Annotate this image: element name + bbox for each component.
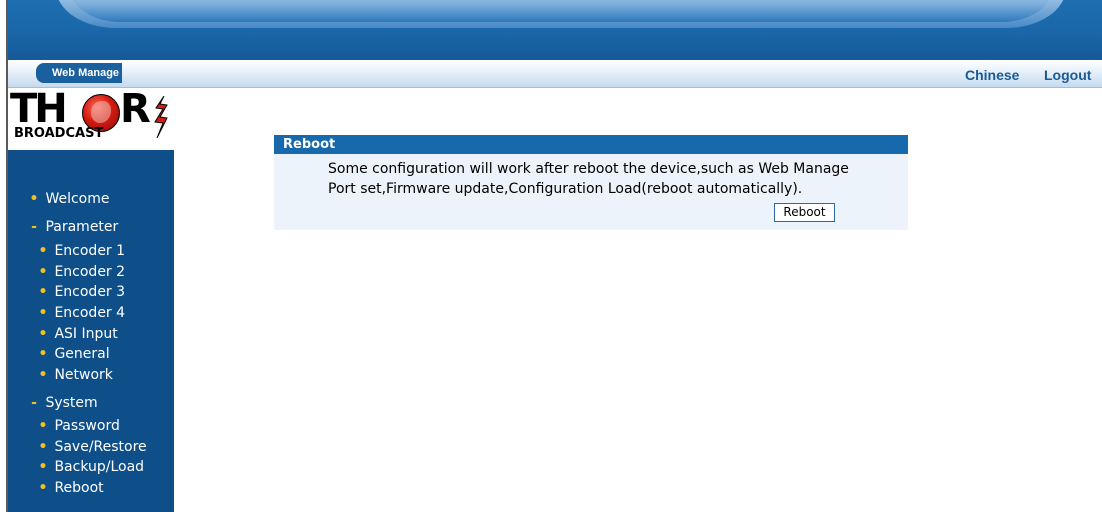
sidebar-item-asi-input[interactable]: • ASI Input (8, 324, 174, 344)
bullet-icon: • (38, 367, 48, 383)
sidebar-item-backup-load[interactable]: • Backup/Load (8, 457, 174, 477)
sidebar-item-parameter[interactable]: - Parameter (8, 217, 174, 237)
panel-title: Reboot (274, 135, 908, 154)
logout-link[interactable]: Logout (1044, 67, 1091, 83)
sidebar-item-label: Encoder 3 (54, 284, 126, 300)
sidebar-item-password[interactable]: • Password (8, 416, 174, 436)
bullet-icon: • (38, 480, 48, 496)
sidebar-item-label: Parameter (45, 219, 119, 235)
reboot-message-line-2: Port set,Firmware update,Configuration L… (328, 181, 803, 197)
sidebar-item-label: System (45, 395, 98, 411)
sidebar-item-network[interactable]: • Network (8, 365, 174, 385)
banner-arc-highlight (70, 0, 1052, 22)
top-banner (8, 0, 1102, 60)
sidebar-item-label: ASI Input (54, 326, 118, 342)
sidebar-item-label: Save/Restore (54, 439, 147, 455)
sidebar-item-save-restore[interactable]: • Save/Restore (8, 437, 174, 457)
collapse-dash-icon: - (31, 219, 37, 235)
logo-th-letters: TH (10, 88, 68, 132)
reboot-message: Some configuration will work after reboo… (328, 159, 868, 199)
chinese-language-link[interactable]: Chinese (965, 67, 1019, 83)
bullet-icon: • (29, 191, 39, 207)
window-left-edge (0, 0, 8, 512)
sidebar-item-label: Backup/Load (54, 459, 145, 475)
bullet-icon: • (38, 459, 48, 475)
sidebar-item-general[interactable]: • General (8, 344, 174, 364)
bullet-icon: • (38, 284, 48, 300)
bullet-icon: • (38, 418, 48, 434)
sidebar-item-encoder-1[interactable]: • Encoder 1 (8, 241, 174, 261)
reboot-button[interactable]: Reboot (774, 203, 835, 222)
sidebar-item-encoder-4[interactable]: • Encoder 4 (8, 303, 174, 323)
logo-r-letter: R (120, 88, 151, 132)
bullet-icon: • (38, 346, 48, 362)
reboot-panel: Reboot Some configuration will work afte… (274, 135, 908, 230)
sidebar-item-label: General (54, 346, 110, 362)
sidebar-item-label: Welcome (45, 191, 110, 207)
sidebar-item-encoder-2[interactable]: • Encoder 2 (8, 262, 174, 282)
sidebar-item-label: Encoder 1 (54, 243, 126, 259)
sidebar-item-welcome[interactable]: • Welcome (8, 189, 174, 209)
collapse-dash-icon: - (31, 395, 37, 411)
sidebar-item-label: Encoder 4 (54, 305, 126, 321)
lightning-bolt-icon (154, 96, 168, 138)
top-nav-bar: Web Manage Chinese Logout (8, 60, 1102, 88)
sidebar-item-label: Password (54, 418, 120, 434)
sidebar: TH R BROADCAST • Welcome - Parameter • E… (8, 88, 174, 512)
sidebar-item-label: Reboot (54, 480, 104, 496)
reboot-message-line-1: Some configuration will work after reboo… (328, 161, 849, 177)
web-manage-tab: Web Manage (36, 63, 122, 83)
bullet-icon: • (38, 305, 48, 321)
sidebar-item-reboot[interactable]: • Reboot (8, 478, 174, 498)
bullet-icon: • (38, 439, 48, 455)
logo-broadcast-text: BROADCAST (14, 126, 104, 141)
sidebar-item-encoder-3[interactable]: • Encoder 3 (8, 282, 174, 302)
bullet-icon: • (38, 326, 48, 342)
sidebar-item-label: Encoder 2 (54, 264, 126, 280)
bullet-icon: • (38, 264, 48, 280)
sidebar-item-system[interactable]: - System (8, 393, 174, 413)
sidebar-item-label: Network (54, 367, 113, 383)
thor-broadcast-logo: TH R BROADCAST (8, 88, 174, 150)
bullet-icon: • (38, 243, 48, 259)
